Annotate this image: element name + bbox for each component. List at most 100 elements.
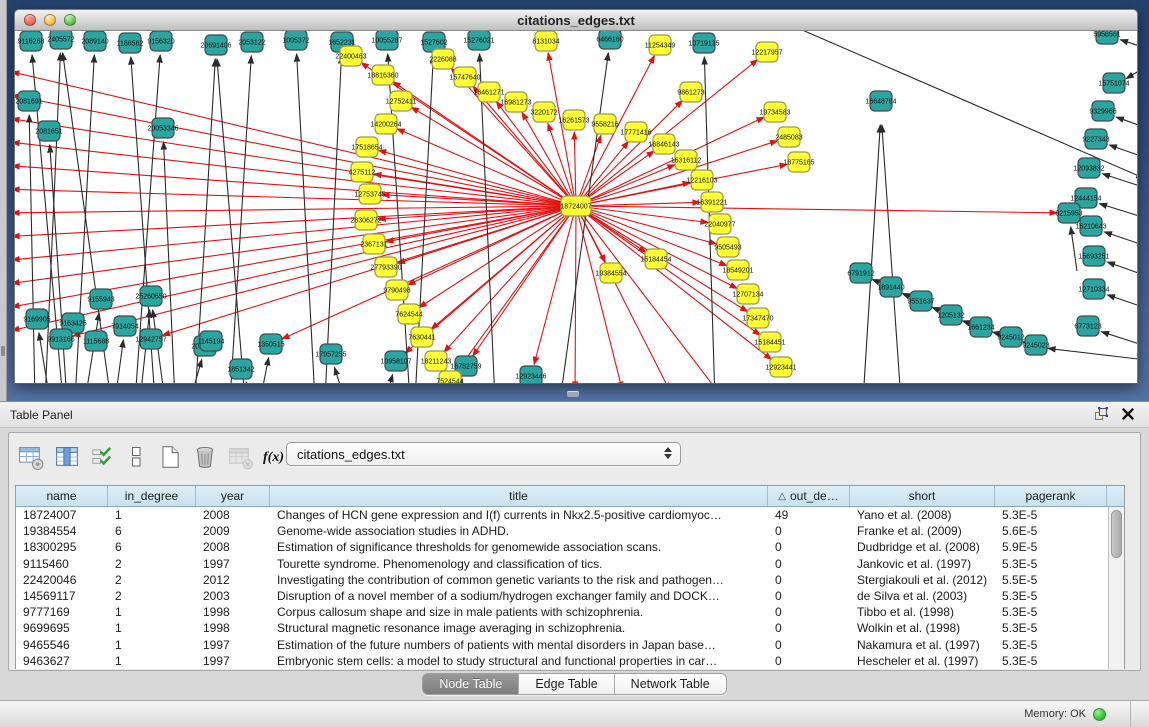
graph-node[interactable]: 12217957 — [751, 42, 782, 62]
citation-edge[interactable] — [1120, 40, 1137, 51]
citation-edge[interactable] — [1101, 332, 1137, 349]
citation-network-graph[interactable]: 9116268240557220891401186562915632020691… — [15, 31, 1137, 384]
citation-edge[interactable] — [115, 340, 123, 384]
graph-node[interactable]: 18816360 — [367, 65, 398, 85]
graph-node[interactable]: 9558216 — [591, 114, 618, 134]
table-row[interactable]: 969969511998Structural magnetic resonanc… — [16, 620, 1124, 636]
citation-edge[interactable] — [15, 142, 576, 206]
graph-node[interactable]: 2485083 — [775, 127, 802, 147]
column-header-pagerank[interactable]: pagerank — [995, 486, 1107, 506]
graph-node[interactable]: 9505493 — [714, 237, 741, 257]
float-panel-button[interactable] — [1093, 406, 1109, 422]
table-row[interactable]: 2242004622012Investigating the contribut… — [16, 572, 1124, 588]
graph-node[interactable]: 9169905 — [23, 309, 50, 329]
column-header-out_de[interactable]: △out_de… — [768, 486, 850, 506]
tab-edge-table[interactable]: Edge Table — [519, 674, 614, 694]
graph-node[interactable]: 16391221 — [696, 192, 727, 212]
graph-node[interactable]: 11254349 — [645, 35, 676, 55]
graph-node[interactable]: 22400463 — [335, 46, 366, 66]
citation-edge[interactable] — [1099, 204, 1137, 221]
graph-hub-node[interactable]: 18724007 — [560, 196, 591, 216]
citation-edge[interactable] — [576, 206, 1057, 213]
citation-edge[interactable] — [1107, 295, 1137, 311]
graph-node[interactable]: 2367131 — [360, 234, 387, 254]
citation-edge[interactable] — [882, 125, 901, 384]
citation-edge[interactable] — [15, 95, 576, 206]
graph-node[interactable]: 19734583 — [759, 102, 790, 122]
graph-node[interactable]: 16648784 — [865, 91, 896, 111]
graph-node[interactable]: 16846143 — [648, 134, 679, 154]
graph-node[interactable]: 15184454 — [640, 249, 671, 269]
graph-node[interactable]: 9245012 — [997, 327, 1024, 347]
table-row[interactable]: 1456911722003Disruption of a novel membe… — [16, 588, 1124, 604]
graph-node[interactable]: 9227343 — [1082, 129, 1109, 149]
citation-edge[interactable] — [863, 125, 880, 384]
new-document-button[interactable] — [156, 443, 184, 471]
citation-edge[interactable] — [335, 367, 345, 384]
graph-node[interactable]: 1145194 — [198, 331, 225, 351]
graph-node[interactable]: 10719135 — [688, 33, 719, 53]
table-row[interactable]: 946554611997Estimation of the future num… — [16, 637, 1124, 653]
graph-node[interactable]: 16210643 — [1075, 216, 1106, 236]
graph-node[interactable]: 15751074 — [1098, 73, 1129, 93]
graph-node[interactable]: 2405572 — [47, 31, 74, 49]
graph-node[interactable]: 9116268 — [18, 31, 45, 51]
tab-network-table[interactable]: Network Table — [615, 674, 726, 694]
graph-node[interactable]: 12216103 — [686, 170, 717, 190]
citation-edge[interactable] — [246, 382, 255, 384]
graph-node[interactable]: 12753745 — [354, 184, 385, 204]
graph-node[interactable]: 15276021 — [463, 31, 494, 50]
citation-edge[interactable] — [379, 150, 576, 206]
citation-edge[interactable] — [576, 206, 718, 384]
vertical-scrollbar[interactable] — [1108, 507, 1124, 669]
table-settings-button[interactable] — [17, 443, 46, 472]
citation-edge[interactable] — [164, 142, 175, 384]
citation-edge[interactable] — [1104, 232, 1137, 249]
graph-node[interactable]: 12752411 — [386, 91, 417, 111]
column-header-in_degree[interactable]: in_degree — [108, 486, 196, 506]
graph-node[interactable]: 18211243 — [421, 351, 452, 371]
citation-edge[interactable] — [576, 206, 716, 244]
graph-node[interactable]: 15693251 — [1078, 246, 1109, 266]
graph-node[interactable]: 15184451 — [754, 332, 785, 352]
graph-node[interactable]: 6773123 — [1074, 316, 1101, 336]
graph-node[interactable]: 7624544 — [395, 304, 422, 324]
select-columns-button[interactable] — [53, 443, 82, 472]
graph-node[interactable]: 9155943 — [87, 289, 114, 309]
graph-node[interactable]: 9790498 — [383, 280, 410, 300]
graph-node[interactable]: 6466160 — [596, 31, 623, 49]
graph-node[interactable]: 12707134 — [732, 284, 763, 304]
graph-node[interactable]: 2081691 — [15, 91, 42, 111]
citation-edge[interactable] — [1107, 262, 1137, 279]
column-header-year[interactable]: year — [196, 486, 270, 506]
citation-edge[interactable] — [15, 119, 576, 206]
table-row[interactable]: 1830029562008Estimation of significance … — [16, 539, 1124, 555]
function-builder-button[interactable]: f(x) — [262, 456, 285, 459]
graph-node[interactable]: 27793390 — [370, 257, 401, 277]
split-divider-handle[interactable] — [567, 391, 579, 397]
citation-edge[interactable] — [1109, 145, 1137, 161]
citation-edge[interactable] — [1126, 61, 1137, 79]
graph-node[interactable]: 16316112 — [671, 150, 702, 170]
graph-node[interactable]: 18549201 — [722, 260, 753, 280]
graph-node[interactable]: 2089140 — [81, 31, 108, 51]
graph-node[interactable]: 3220172 — [530, 102, 557, 122]
graph-node[interactable]: 9156320 — [147, 31, 174, 51]
graph-node[interactable]: 12093832 — [1073, 158, 1104, 178]
graph-node[interactable]: 10055287 — [371, 31, 402, 50]
graph-node[interactable]: 1661234 — [967, 317, 994, 337]
citation-edge[interactable] — [1071, 227, 1077, 271]
graph-node[interactable]: 8215953 — [1055, 203, 1082, 223]
column-header-short[interactable]: short — [850, 486, 995, 506]
graph-node[interactable]: 1891440 — [877, 277, 904, 297]
graph-node[interactable]: 17347470 — [742, 308, 773, 328]
delete-button[interactable] — [191, 443, 219, 471]
graph-node[interactable]: 4275112 — [349, 162, 376, 182]
graph-node[interactable]: 9861273 — [677, 82, 704, 102]
citation-edge[interactable] — [385, 375, 393, 384]
scrollbar-thumb[interactable] — [1111, 510, 1122, 558]
citation-edge[interactable] — [1116, 117, 1137, 131]
graph-node[interactable]: 6791912 — [847, 263, 874, 283]
delete-table-button[interactable] — [226, 443, 255, 472]
graph-node[interactable]: 7630441 — [408, 327, 435, 347]
